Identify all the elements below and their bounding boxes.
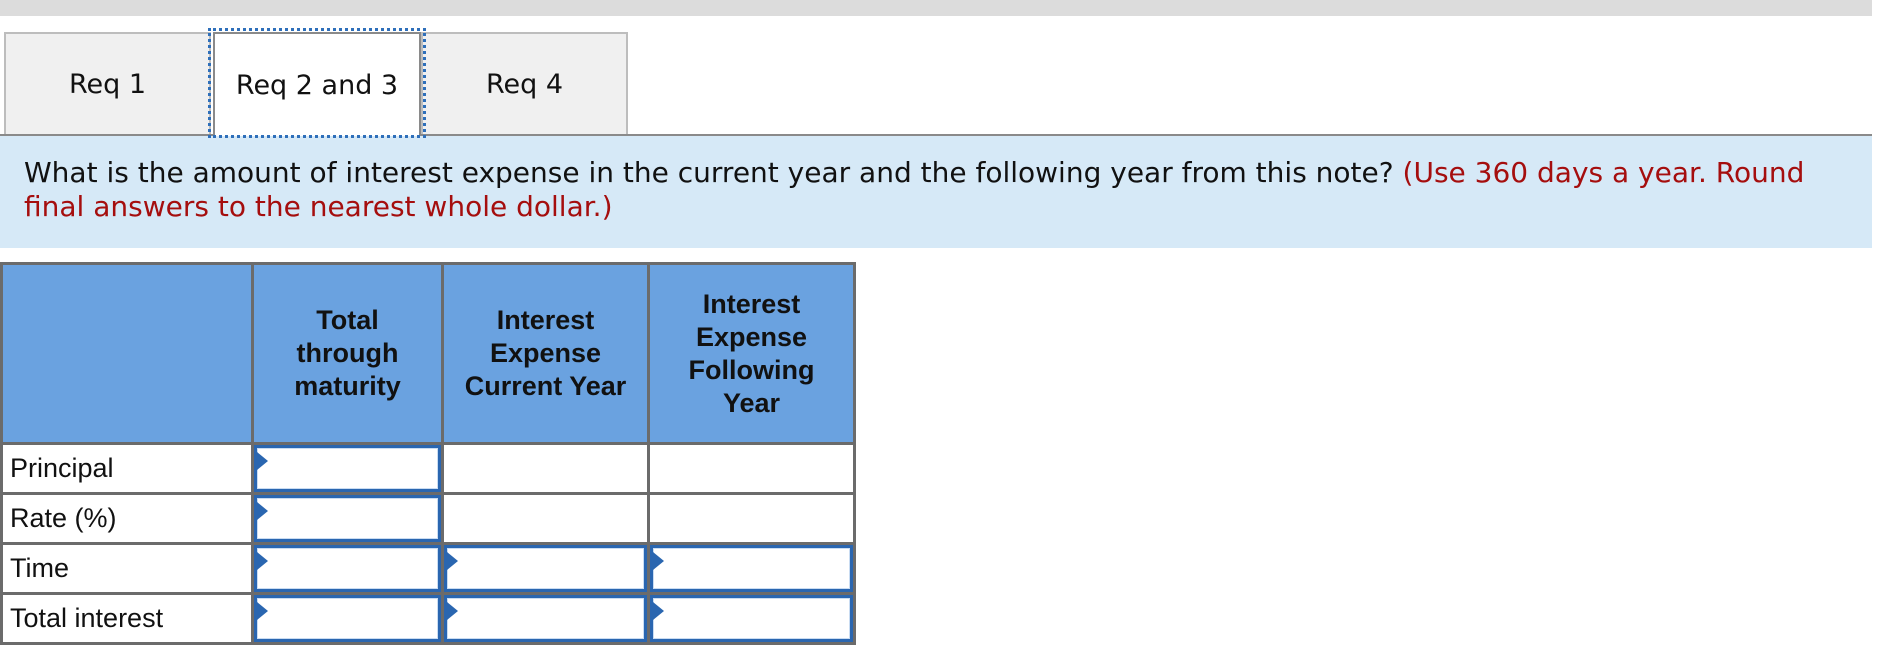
time-interest-following-year-input[interactable] [653, 548, 850, 589]
time-interest-current-year-input[interactable] [447, 548, 644, 589]
tab-bar: Req 1 Req 2 and 3 Req 4 [0, 28, 1872, 138]
cell-total-interest-total-through-maturity [251, 592, 444, 645]
principal-total-through-maturity-input[interactable] [257, 448, 438, 489]
row-label: Rate (%) [0, 492, 254, 545]
header-total-through-maturity: Total through maturity [251, 262, 444, 445]
cell-time-interest-following-year [647, 542, 856, 595]
input-wrapper [444, 545, 647, 592]
cell-rate-total-through-maturity [251, 492, 444, 545]
question-text: What is the amount of interest expense i… [24, 156, 1394, 189]
input-wrapper [254, 445, 441, 492]
input-wrapper [254, 595, 441, 642]
cell-time-interest-current-year [441, 542, 650, 595]
input-wrapper [254, 495, 441, 542]
cell-principal-total-through-maturity [251, 442, 444, 495]
tab-req-2-and-3[interactable]: Req 2 and 3 [208, 28, 426, 138]
empty-cell [647, 492, 856, 545]
input-wrapper [444, 595, 647, 642]
input-wrapper [650, 595, 853, 642]
cell-total-interest-interest-current-year [441, 592, 650, 645]
row-label: Time [0, 542, 254, 595]
header-blank [0, 262, 254, 445]
table-row: Total interest [0, 592, 856, 645]
empty-cell [441, 442, 650, 495]
header-interest-expense-current-year: Interest Expense Current Year [441, 262, 650, 445]
tab-req-4[interactable]: Req 4 [421, 32, 628, 134]
row-label: Total interest [0, 592, 254, 645]
time-total-through-maturity-input[interactable] [257, 548, 438, 589]
input-wrapper [254, 545, 441, 592]
total-interest-interest-current-year-input[interactable] [447, 598, 644, 639]
empty-cell [647, 442, 856, 495]
empty-cell [441, 492, 650, 545]
tab-req-1[interactable]: Req 1 [4, 32, 211, 134]
cell-total-interest-interest-following-year [647, 592, 856, 645]
header-interest-expense-following-year: Interest Expense Following Year [647, 262, 856, 445]
rate-total-through-maturity-input[interactable] [257, 498, 438, 539]
table-row: Principal [0, 442, 856, 495]
top-bar [0, 0, 1872, 16]
table-row: Rate (%) [0, 492, 856, 545]
interest-table: Total through maturity Interest Expense Curr… [0, 262, 856, 645]
cell-time-total-through-maturity [251, 542, 444, 595]
table-header-row: Total through maturity Interest Expense Curr… [0, 262, 856, 445]
question-panel: What is the amount of interest expense i… [0, 136, 1872, 248]
row-label: Principal [0, 442, 254, 495]
total-interest-total-through-maturity-input[interactable] [257, 598, 438, 639]
total-interest-interest-following-year-input[interactable] [653, 598, 850, 639]
input-wrapper [650, 545, 853, 592]
table-row: Time [0, 542, 856, 595]
